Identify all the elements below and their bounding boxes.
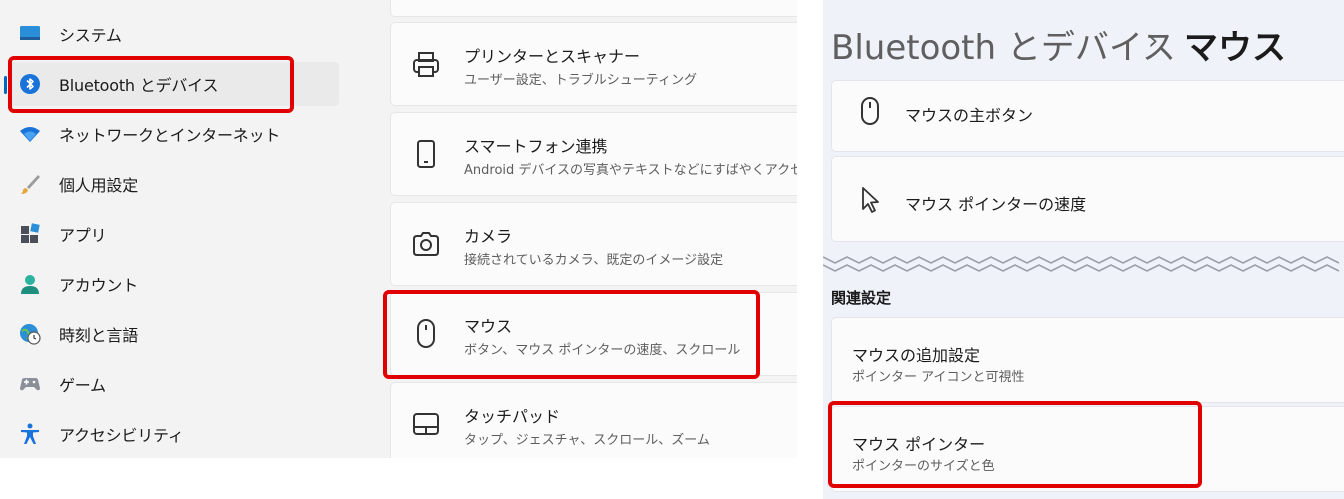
setting-subtitle: ポインター アイコンと可視性: [852, 370, 1025, 385]
pointer-speed-setting[interactable]: マウス ポインターの速度: [831, 156, 1344, 242]
item-subtitle: Android デバイスの写真やテキストなどにすばやくアクセス: [464, 163, 797, 178]
sidebar-item-gaming[interactable]: ゲーム: [10, 362, 339, 406]
item-title: スマートフォン連携: [464, 137, 608, 156]
brush-icon: [21, 175, 40, 194]
breadcrumb-separator: ›: [1148, 26, 1159, 56]
item-subtitle: 接続されているカメラ、既定のイメージ設定: [464, 253, 724, 268]
sidebar-item-system[interactable]: システム: [10, 12, 339, 56]
additional-mouse-settings[interactable]: マウスの追加設定 ポインター アイコンと可視性: [831, 317, 1344, 403]
omission-zigzag: [823, 256, 1340, 272]
highlight-mouse-pointer: [828, 401, 1202, 488]
sidebar-item-label: システム: [59, 26, 122, 45]
sidebar-item-network[interactable]: ネットワークとインターネット: [10, 112, 339, 156]
apps-icon: [21, 223, 40, 243]
setting-title: マウス ポインターの速度: [905, 195, 1087, 214]
item-subtitle: タップ、ジェスチャ、スクロール、ズーム: [464, 433, 710, 448]
phone-link-item[interactable]: スマートフォン連携 Android デバイスの写真やテキストなどにすばやくアクセ…: [390, 112, 797, 196]
printer-icon: [413, 52, 439, 77]
list-item[interactable]: [390, 0, 797, 17]
highlight-mouse: [383, 290, 760, 379]
phone-icon: [417, 140, 435, 168]
touchpad-icon: [413, 413, 439, 435]
sidebar-item-accounts[interactable]: アカウント: [10, 262, 339, 306]
wifi-icon: [20, 127, 40, 142]
page-title: マウス: [1184, 28, 1286, 68]
accessibility-icon: [21, 423, 39, 444]
sidebar-item-label: アクセシビリティ: [59, 426, 184, 445]
setting-title: マウスの主ボタン: [905, 106, 1034, 125]
sidebar-item-label: ネットワークとインターネット: [59, 126, 281, 145]
sidebar-item-label: ゲーム: [59, 376, 106, 395]
sidebar-item-label: 個人用設定: [59, 176, 139, 195]
touchpad-item[interactable]: タッチパッド タップ、ジェスチャ、スクロール、ズーム: [390, 382, 797, 458]
sidebar-item-label: アカウント: [59, 276, 139, 295]
devices-list: プリンターとスキャナー ユーザー設定、トラブルシューティング スマートフォン連携…: [390, 0, 797, 458]
item-title: カメラ: [464, 227, 513, 246]
selection-indicator: [4, 76, 7, 94]
setting-title: マウスの追加設定: [852, 346, 981, 365]
breadcrumb-parent-link[interactable]: Bluetooth とデバイス: [831, 20, 1176, 69]
pointer-cursor-icon: [862, 187, 879, 213]
system-monitor-icon: [20, 26, 40, 40]
item-subtitle: ユーザー設定、トラブルシューティング: [464, 73, 697, 88]
account-icon: [21, 275, 39, 294]
highlight-bluetooth: [8, 56, 294, 113]
camera-item[interactable]: カメラ 接続されているカメラ、既定のイメージ設定: [390, 202, 797, 286]
sidebar-item-time-language[interactable]: 時刻と言語: [10, 312, 339, 356]
related-settings-heading: 関連設定: [831, 289, 892, 307]
mouse-icon: [861, 97, 879, 125]
sidebar-item-personalization[interactable]: 個人用設定: [10, 162, 339, 206]
printers-scanners-item[interactable]: プリンターとスキャナー ユーザー設定、トラブルシューティング: [390, 22, 797, 106]
sidebar-item-label: アプリ: [59, 226, 107, 245]
item-title: タッチパッド: [464, 407, 561, 426]
sidebar-item-accessibility[interactable]: アクセシビリティ: [10, 412, 339, 456]
camera-icon: [413, 232, 439, 256]
sidebar-item-apps[interactable]: アプリ: [10, 212, 339, 256]
item-title: プリンターとスキャナー: [464, 47, 641, 66]
sidebar-item-label: 時刻と言語: [59, 326, 139, 345]
primary-button-setting[interactable]: マウスの主ボタン: [831, 80, 1344, 152]
globe-clock-icon: [20, 324, 41, 345]
gamepad-icon: [20, 378, 40, 391]
